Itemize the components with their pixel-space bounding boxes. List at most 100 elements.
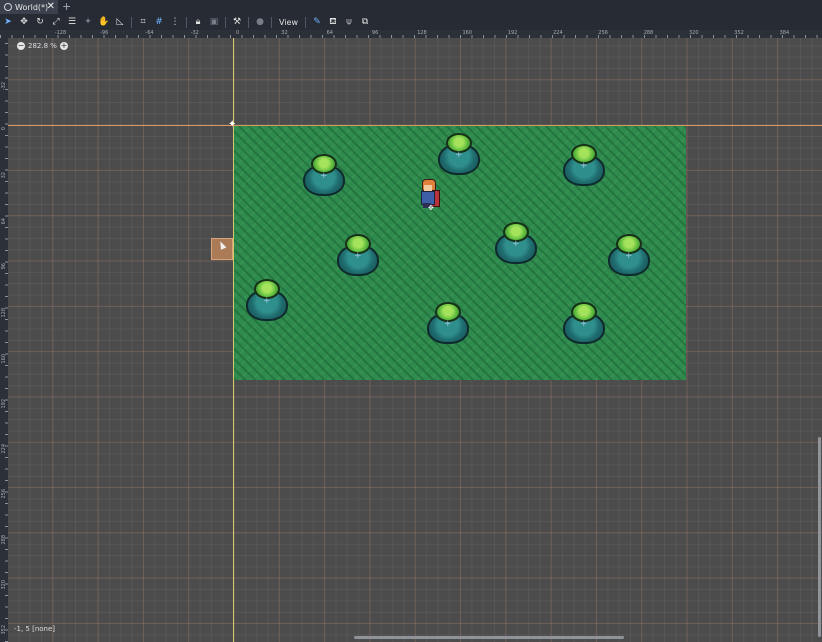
toolbar-separator bbox=[131, 16, 132, 28]
ruler-tick-label: 32 bbox=[1, 172, 7, 179]
ruler-tick-label: -128 bbox=[54, 30, 67, 36]
bucket-icon: ⛾ bbox=[329, 16, 337, 27]
group-icon: ▣ bbox=[209, 17, 219, 27]
ruler-icon: ◺ bbox=[116, 17, 124, 27]
skeleton-button[interactable]: ⚒ bbox=[229, 14, 245, 30]
add-tab-button[interactable]: + bbox=[62, 0, 71, 14]
bush-sprite[interactable]: + bbox=[607, 234, 651, 278]
list-select-button[interactable]: ☰ bbox=[64, 14, 80, 30]
ruler-tick-label: 160 bbox=[1, 353, 7, 364]
player-sprite[interactable]: ✥ bbox=[418, 179, 440, 213]
ruler-tick-label: 320 bbox=[689, 30, 699, 36]
rotate-icon: ↻ bbox=[36, 17, 44, 27]
ruler-tick-label: 224 bbox=[553, 30, 563, 36]
toolbar-separator bbox=[186, 16, 187, 28]
ruler-mode-button[interactable]: ◺ bbox=[112, 14, 128, 30]
horizontal-ruler[interactable] bbox=[0, 30, 822, 38]
bush-sprite[interactable]: + bbox=[245, 279, 289, 323]
toolbar-separator bbox=[304, 16, 306, 28]
bush-sprite[interactable]: + bbox=[302, 154, 346, 198]
grid-icon: # bbox=[155, 17, 163, 27]
ruler-tick-label: 96 bbox=[1, 262, 7, 270]
camera-override-button[interactable]: ● bbox=[252, 14, 268, 30]
more-vertical-icon: ⋮ bbox=[170, 17, 180, 27]
ruler-tick-label: 192 bbox=[1, 398, 7, 409]
lock-icon: 🔒︎ bbox=[195, 17, 201, 27]
node-move-icon: ✥ bbox=[428, 204, 434, 212]
ruler-tick-label: 288 bbox=[643, 30, 654, 36]
ruler-tick-label: 64 bbox=[326, 30, 333, 36]
horizontal-scrollbar[interactable] bbox=[354, 636, 624, 639]
ruler-tick-label: 352 bbox=[734, 30, 744, 36]
toolbar-separator bbox=[225, 16, 226, 28]
ruler-tick-label: 352 bbox=[1, 625, 7, 635]
canvas-viewport[interactable]: ✦ + + + + + + + + + ✥ bbox=[8, 38, 822, 642]
ruler-tick-label: 384 bbox=[779, 30, 790, 36]
picker-tool-button[interactable]: ⍦ bbox=[341, 14, 357, 30]
scale-icon: ⤢ bbox=[52, 17, 60, 27]
ruler-tick-label: -32 bbox=[190, 30, 199, 36]
select-mode-button[interactable]: ➤ bbox=[0, 14, 16, 30]
ruler-tick-label: 32 bbox=[281, 30, 288, 36]
ruler-tick-label: -96 bbox=[100, 30, 109, 36]
bush-sprite[interactable]: + bbox=[426, 302, 470, 346]
close-icon[interactable]: ✕ bbox=[47, 0, 55, 14]
move-mode-button[interactable]: ✥ bbox=[16, 14, 32, 30]
grid-snap-button[interactable]: # bbox=[151, 14, 167, 30]
x-axis-line bbox=[8, 125, 822, 126]
snap-icon: ⌗ bbox=[140, 17, 146, 27]
bush-sprite[interactable]: + bbox=[562, 302, 606, 346]
ruler-tick-label: 64 bbox=[1, 217, 7, 224]
bucket-fill-button[interactable]: ⛾ bbox=[325, 14, 341, 30]
bush-sprite[interactable]: + bbox=[336, 234, 380, 278]
ruler-tick-label: -64 bbox=[145, 30, 154, 36]
toolbar-separator bbox=[271, 16, 272, 28]
scene-tab-bar: World(*) ✕ + bbox=[0, 0, 822, 14]
hand-icon: ✋ bbox=[98, 17, 110, 27]
zoom-level[interactable]: 282.8 % bbox=[28, 42, 57, 50]
cursor-icon: ➤ bbox=[4, 17, 12, 27]
snap-options-button[interactable]: ⋮ bbox=[167, 14, 183, 30]
tile-coordinates-readout: -1, 5 [none] bbox=[14, 625, 56, 633]
bush-sprite[interactable]: + bbox=[437, 133, 481, 177]
ruler-tick-label: 224 bbox=[1, 444, 7, 454]
ruler-tick-label: 128 bbox=[417, 30, 427, 36]
scale-mode-button[interactable]: ⤢ bbox=[48, 14, 64, 30]
vertical-scrollbar[interactable] bbox=[818, 437, 821, 637]
view-menu-button[interactable]: View bbox=[275, 18, 302, 27]
smart-snap-button[interactable]: ⌗ bbox=[135, 14, 151, 30]
bone-icon: ⚒ bbox=[232, 17, 242, 27]
tab-world[interactable]: World(*) ✕ bbox=[0, 0, 58, 14]
editor-toolbar: ➤ ✥ ↻ ⤢ ☰ ✦ ✋ ◺ ⌗ # ⋮ 🔒︎ ▣ ⚒ ● View ✎ ⛾ … bbox=[0, 14, 822, 30]
ruler-tick-label: -32 bbox=[1, 81, 7, 90]
pivot-icon: ✦ bbox=[84, 17, 92, 27]
copy-icon: ⧉ bbox=[361, 17, 369, 27]
zoom-out-button[interactable]: − bbox=[17, 42, 25, 50]
ruler-tick-label: 160 bbox=[462, 30, 473, 36]
ruler-tick-label: 288 bbox=[1, 534, 7, 545]
camera-icon: ● bbox=[256, 17, 264, 27]
group-button[interactable]: ▣ bbox=[206, 14, 222, 30]
pan-mode-button[interactable]: ✋ bbox=[96, 14, 112, 30]
zoom-in-button[interactable]: + bbox=[59, 42, 68, 50]
pencil-tool-button[interactable]: ✎ bbox=[309, 14, 325, 30]
ruler-tick-label: 0 bbox=[1, 127, 7, 131]
lock-button[interactable]: 🔒︎ bbox=[190, 14, 206, 30]
ruler-tick-label: 256 bbox=[598, 30, 608, 36]
list-icon: ☰ bbox=[67, 17, 77, 27]
bush-sprite[interactable]: + bbox=[562, 144, 606, 188]
ruler-tick-label: 0 bbox=[236, 30, 240, 36]
zoom-controls: − 282.8 % + bbox=[14, 42, 71, 50]
toolbar-separator bbox=[248, 16, 249, 28]
origin-marker: ✦ bbox=[228, 119, 237, 130]
rotate-mode-button[interactable]: ↻ bbox=[32, 14, 48, 30]
ruler-tick-label: 256 bbox=[1, 489, 7, 499]
pencil-icon: ✎ bbox=[313, 17, 321, 27]
bush-sprite[interactable]: + bbox=[494, 222, 538, 266]
ruler-tick-label: 192 bbox=[507, 30, 518, 36]
duplicate-button[interactable]: ⧉ bbox=[357, 14, 373, 30]
tab-title: World(*) bbox=[15, 2, 49, 12]
ruler-tick-label: 128 bbox=[1, 308, 7, 318]
scene-icon bbox=[4, 3, 12, 11]
pivot-mode-button[interactable]: ✦ bbox=[80, 14, 96, 30]
